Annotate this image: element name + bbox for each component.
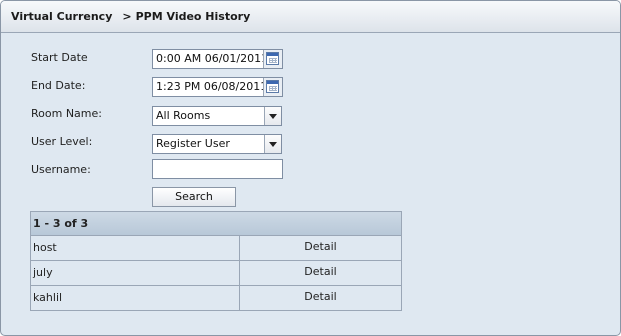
calendar-icon xyxy=(266,52,279,65)
detail-link[interactable]: Detail xyxy=(240,286,401,310)
end-date-value: 1:23 PM 06/08/2011 xyxy=(156,80,268,93)
search-form: Start Date 0:00 AM 06/01/2011 End Date: … xyxy=(3,35,617,332)
user-level-label: User Level: xyxy=(31,135,93,148)
table-row: host Detail xyxy=(31,236,401,261)
search-button[interactable]: Search xyxy=(152,187,236,207)
user-name-cell: host xyxy=(31,236,240,260)
history-panel: Virtual Currency > PPM Video History Sta… xyxy=(0,0,621,336)
room-name-select[interactable]: All Rooms xyxy=(152,106,282,126)
user-name-cell: july xyxy=(31,261,240,285)
start-date-field[interactable]: 0:00 AM 06/01/2011 xyxy=(152,49,283,69)
room-name-value: All Rooms xyxy=(156,109,211,122)
detail-link[interactable]: Detail xyxy=(240,261,401,285)
chevron-down-icon[interactable] xyxy=(264,107,281,125)
end-date-field[interactable]: 1:23 PM 06/08/2011 xyxy=(152,77,283,97)
table-row: july Detail xyxy=(31,261,401,286)
detail-link[interactable]: Detail xyxy=(240,236,401,260)
results-count: 1 - 3 of 3 xyxy=(31,212,401,236)
breadcrumb-current: PPM Video History xyxy=(135,10,251,23)
username-input[interactable] xyxy=(152,159,283,179)
user-level-select[interactable]: Register User xyxy=(152,134,282,154)
end-date-calendar-button[interactable] xyxy=(263,78,282,96)
room-name-label: Room Name: xyxy=(31,107,102,120)
calendar-icon xyxy=(266,80,279,93)
table-row: kahlil Detail xyxy=(31,286,401,310)
start-date-calendar-button[interactable] xyxy=(263,50,282,68)
chevron-down-icon[interactable] xyxy=(264,135,281,153)
username-label: Username: xyxy=(31,163,91,176)
end-date-label: End Date: xyxy=(31,79,86,92)
breadcrumb-root[interactable]: Virtual Currency xyxy=(11,10,112,23)
user-level-value: Register User xyxy=(156,137,230,150)
results-table: 1 - 3 of 3 host Detail july Detail kahli… xyxy=(30,211,402,311)
start-date-label: Start Date xyxy=(31,51,88,64)
breadcrumb: Virtual Currency > PPM Video History xyxy=(1,1,620,33)
breadcrumb-separator: > xyxy=(122,10,132,23)
start-date-value: 0:00 AM 06/01/2011 xyxy=(156,52,269,65)
user-name-cell: kahlil xyxy=(31,286,240,310)
